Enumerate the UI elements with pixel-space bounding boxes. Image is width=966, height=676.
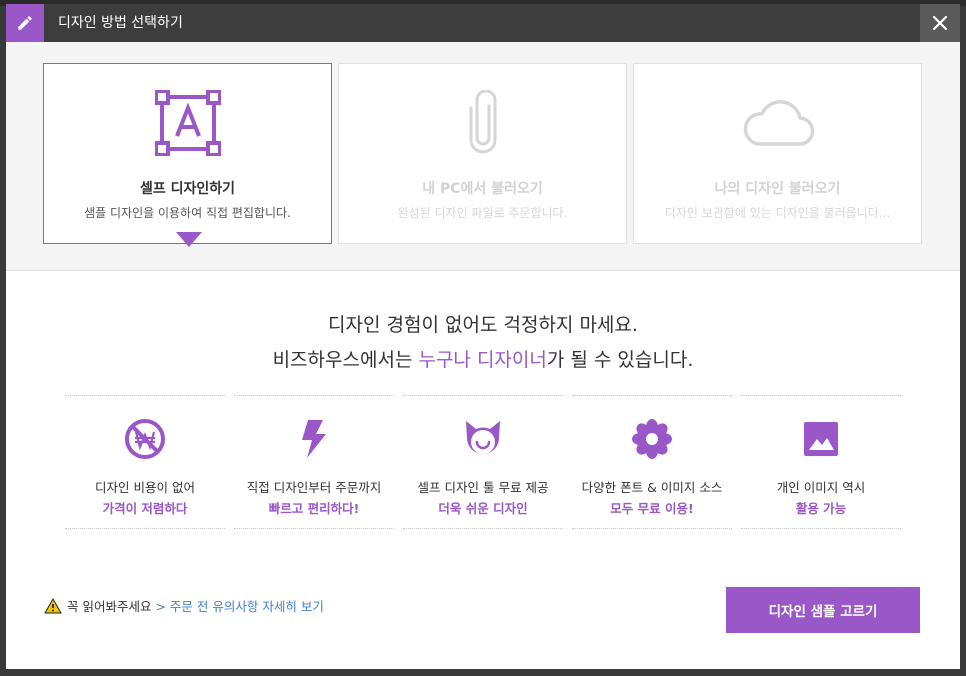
design-method-options: 셀프 디자인하기 샘플 디자인을 이용하여 직접 편집합니다. 내 PC에서 불… xyxy=(6,42,960,271)
feature-highlight: 빠르고 편리하다! xyxy=(268,501,360,516)
order-caution-link[interactable]: > 주문 전 유의사항 자세히 보기 xyxy=(155,596,323,615)
feature-list: 디자인 비용이 없어 가격이 저렴하다 직접 디자인부터 주문까지 빠르고 편리… xyxy=(61,395,904,529)
feature-highlight: 가격이 저렴하다 xyxy=(102,501,188,516)
choose-sample-button[interactable]: 디자인 샘플 고르기 xyxy=(726,587,920,633)
feature-item: 셀프 디자인 툴 무료 제공 더욱 쉬운 디자인 xyxy=(399,395,567,529)
feature-label: 다양한 폰트 & 이미지 소스 xyxy=(581,480,723,495)
feature-item: 직접 디자인부터 주문까지 빠르고 편리하다! xyxy=(230,395,398,529)
design-method-dialog: 디자인 방법 선택하기 셀프 디자인하기 샘플 디자인을 이용하여 직접 편집합… xyxy=(6,4,960,669)
feature-item: 디자인 비용이 없어 가격이 저렴하다 xyxy=(61,395,229,529)
feature-item: 다양한 폰트 & 이미지 소스 모두 무료 이용! xyxy=(568,395,736,529)
cat-face-icon xyxy=(399,417,567,461)
card-description: 디자인 보관함에 있는 디자인을 불러옵니다... xyxy=(664,206,891,220)
pencil-icon xyxy=(6,4,44,42)
close-icon xyxy=(932,15,948,31)
feature-label: 직접 디자인부터 주문까지 xyxy=(246,480,382,495)
card-self-design[interactable]: 셀프 디자인하기 샘플 디자인을 이용하여 직접 편집합니다. xyxy=(43,63,332,244)
paperclip-icon xyxy=(339,88,626,158)
feature-label: 셀프 디자인 툴 무료 제공 xyxy=(417,480,549,495)
flower-icon xyxy=(568,417,736,461)
card-title: 셀프 디자인하기 xyxy=(139,181,236,197)
close-button[interactable] xyxy=(920,4,960,42)
card-description: 완성된 디자인 파일로 주문합니다. xyxy=(397,206,568,220)
headline-line2: 비즈하우스에서는 누구나 디자이너가 될 수 있습니다. xyxy=(6,345,960,372)
headline-accent: 누구나 디자이너 xyxy=(418,349,547,371)
lightning-icon xyxy=(230,417,398,461)
card-load-from-pc[interactable]: 내 PC에서 불러오기 완성된 디자인 파일로 주문합니다. xyxy=(338,63,627,244)
dialog-titlebar: 디자인 방법 선택하기 xyxy=(6,4,960,42)
feature-label: 디자인 비용이 없어 xyxy=(95,480,195,495)
warning-icon xyxy=(44,597,62,614)
feature-label: 개인 이미지 역시 xyxy=(776,480,866,495)
card-title: 내 PC에서 불러오기 xyxy=(422,181,543,197)
card-description: 샘플 디자인을 이용하여 직접 편집합니다. xyxy=(84,206,291,220)
feature-highlight: 더욱 쉬운 디자인 xyxy=(438,501,528,516)
headline-text: 비즈하우스에서는 xyxy=(272,349,419,371)
selection-pointer xyxy=(176,232,202,247)
headline-text: 가 될 수 있습니다. xyxy=(546,349,694,371)
headline-line1: 디자인 경험이 없어도 걱정하지 마세요. xyxy=(328,314,638,336)
image-icon xyxy=(737,417,905,461)
no-won-icon xyxy=(61,417,229,461)
feature-highlight: 모두 무료 이용! xyxy=(610,501,694,516)
dialog-title: 디자인 방법 선택하기 xyxy=(58,15,183,31)
notice-text: 꼭 읽어봐주세요 xyxy=(67,599,152,614)
feature-highlight: 활용 가능 xyxy=(795,501,847,516)
text-frame-icon xyxy=(44,88,331,158)
card-load-my-design[interactable]: 나의 디자인 불러오기 디자인 보관함에 있는 디자인을 불러옵니다... xyxy=(633,63,922,244)
card-title: 나의 디자인 불러오기 xyxy=(714,181,841,197)
feature-item: 개인 이미지 역시 활용 가능 xyxy=(737,395,905,529)
order-notice: 꼭 읽어봐주세요 > 주문 전 유의사항 자세히 보기 xyxy=(44,596,324,615)
cloud-icon xyxy=(634,88,921,158)
